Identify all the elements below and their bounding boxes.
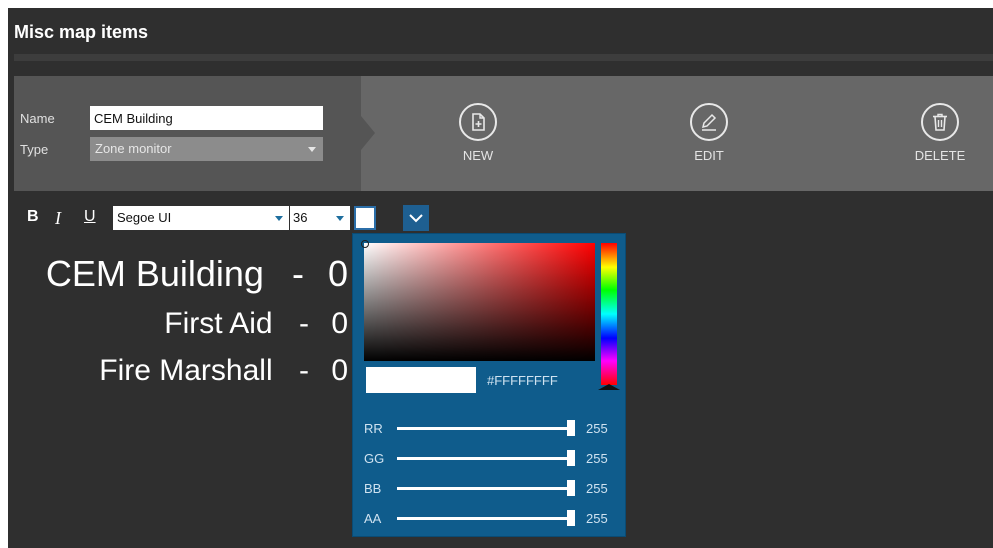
channel-value: 255 [586, 481, 608, 496]
hue-slider[interactable] [601, 243, 617, 385]
blue-slider-thumb[interactable] [567, 480, 575, 496]
type-select[interactable]: Zone monitor [90, 137, 323, 161]
channel-label: GG [364, 451, 385, 466]
text-color-swatch[interactable] [354, 206, 376, 230]
font-size-select[interactable]: 36 [290, 206, 350, 230]
edit-pencil-icon [690, 103, 728, 141]
bold-button[interactable]: B [27, 208, 39, 226]
color-picker-handle[interactable] [361, 240, 369, 248]
channel-label: AA [364, 511, 382, 526]
font-family-value: Segoe UI [117, 210, 172, 225]
blue-slider-track[interactable] [397, 487, 571, 490]
channel-label: BB [364, 481, 382, 496]
page-title: Misc map items [14, 22, 149, 42]
item-editor-band: Name Type Zone monitor NEW [14, 76, 993, 191]
green-slider-track[interactable] [397, 457, 571, 460]
preview-line-fire-marshall: Fire Marshall - 0 [99, 354, 348, 388]
chevron-down-icon [336, 216, 344, 221]
channel-value: 255 [586, 421, 608, 436]
item-form-panel: Name Type Zone monitor [14, 76, 361, 191]
form-panel-pointer [361, 116, 375, 150]
alpha-slider-track[interactable] [397, 517, 571, 520]
channel-label: RR [364, 421, 383, 436]
channel-value: 255 [586, 511, 608, 526]
preview-line-first-aid: First Aid - 0 [164, 307, 348, 341]
alpha-slider-thumb[interactable] [567, 510, 575, 526]
underline-button[interactable]: U [84, 208, 96, 226]
selected-color-preview [366, 367, 476, 393]
preview-value: 0 [331, 307, 348, 340]
preview-separator: - [298, 307, 309, 340]
preview-separator: - [298, 354, 309, 387]
title-divider [14, 54, 993, 61]
type-label: Type [20, 142, 49, 157]
preview-value: 0 [331, 354, 348, 387]
preview-label: CEM Building [45, 253, 264, 294]
red-slider-thumb[interactable] [567, 420, 575, 436]
preview-line-cem-building: CEM Building - 0 [46, 253, 348, 295]
blue-channel-row: BB 255 [364, 478, 620, 498]
preview-label: First Aid [164, 307, 273, 340]
alpha-channel-row: AA 255 [364, 508, 620, 528]
misc-map-items-window: Misc map items Name Type Zone monitor NE… [8, 8, 993, 548]
trash-icon [921, 103, 959, 141]
type-select-value: Zone monitor [95, 141, 172, 156]
delete-button[interactable]: DELETE [900, 103, 980, 173]
new-document-icon [459, 103, 497, 141]
preview-label: Fire Marshall [99, 354, 273, 387]
channel-value: 255 [586, 451, 608, 466]
new-button[interactable]: NEW [438, 103, 518, 173]
collapse-picker-button[interactable] [403, 205, 429, 231]
font-family-select[interactable]: Segoe UI [113, 206, 289, 230]
chevron-down-icon [409, 214, 423, 223]
chevron-down-icon [275, 216, 283, 221]
preview-value: 0 [327, 253, 348, 294]
red-channel-row: RR 255 [364, 418, 620, 438]
edit-button[interactable]: EDIT [669, 103, 749, 173]
red-slider-track[interactable] [397, 427, 571, 430]
edit-button-label: EDIT [694, 148, 724, 163]
green-channel-row: GG 255 [364, 448, 620, 468]
hex-value[interactable]: #FFFFFFFF [487, 373, 558, 388]
preview-separator: - [291, 253, 304, 294]
name-label: Name [20, 111, 55, 126]
chevron-down-icon [308, 147, 316, 152]
green-slider-thumb[interactable] [567, 450, 575, 466]
new-button-label: NEW [462, 148, 494, 163]
name-input[interactable] [90, 106, 323, 130]
color-picker-popup: #FFFFFFFF RR 255 GG 255 BB 255 AA 255 [352, 233, 626, 537]
font-size-value: 36 [293, 210, 308, 225]
hue-slider-thumb[interactable] [598, 384, 620, 390]
italic-button[interactable]: I [55, 208, 61, 229]
saturation-value-area[interactable] [361, 240, 595, 361]
delete-button-label: DELETE [914, 148, 966, 163]
